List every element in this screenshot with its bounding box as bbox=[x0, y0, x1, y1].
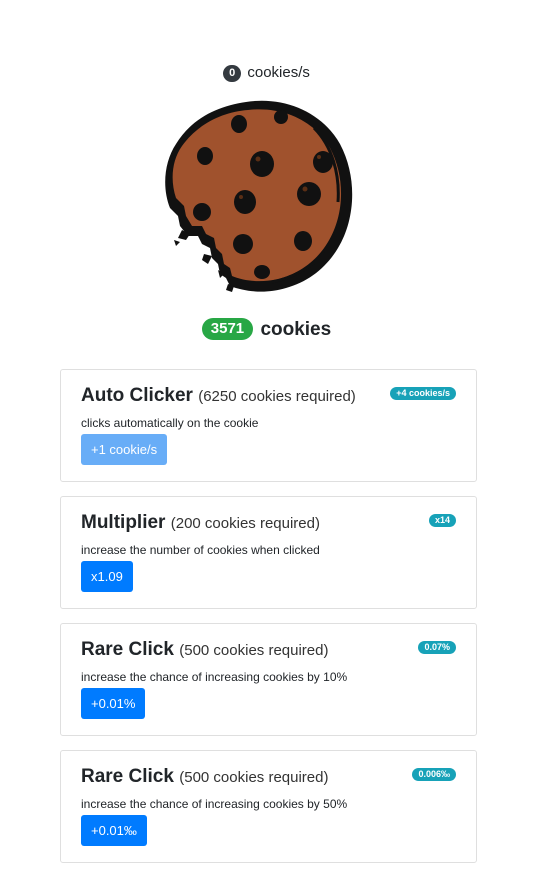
cookie-counter: 3571 cookies bbox=[0, 318, 533, 342]
upgrade-title: Multiplier (200 cookies required) bbox=[81, 511, 320, 536]
buy-auto-clicker-button[interactable]: +1 cookie/s bbox=[81, 434, 168, 465]
upgrade-badge: x14 bbox=[428, 514, 456, 527]
upgrade-name: Auto Clicker bbox=[81, 385, 193, 406]
upgrade-card-multiplier: Multiplier (200 cookies required) x14 in… bbox=[60, 496, 477, 609]
cookie-icon[interactable] bbox=[162, 98, 357, 296]
upgrade-description: clicks automatically on the cookie bbox=[81, 416, 259, 430]
upgrade-card-rare-click-50: Rare Click (500 cookies required) 0.006‰… bbox=[60, 750, 477, 863]
buy-rare-click-50-button[interactable]: +0.01‰ bbox=[81, 815, 147, 846]
upgrade-requirement: (200 cookies required) bbox=[170, 515, 320, 532]
cookies-per-second: 0 cookies/s bbox=[0, 63, 533, 83]
upgrade-title: Rare Click (500 cookies required) bbox=[81, 765, 328, 790]
upgrade-description: increase the chance of increasing cookie… bbox=[81, 797, 348, 811]
upgrade-requirement: (500 cookies required) bbox=[179, 769, 329, 786]
upgrade-name: Rare Click bbox=[81, 766, 174, 787]
upgrade-card-auto-clicker: Auto Clicker (6250 cookies required) +4 … bbox=[60, 369, 477, 482]
upgrade-requirement: (6250 cookies required) bbox=[198, 388, 356, 405]
upgrade-title: Rare Click (500 cookies required) bbox=[81, 638, 328, 663]
upgrade-badge: 0.006‰ bbox=[412, 768, 456, 781]
upgrade-badge: 0.07% bbox=[418, 641, 456, 654]
upgrade-card-rare-click-10: Rare Click (500 cookies required) 0.07% … bbox=[60, 623, 477, 736]
upgrade-description: increase the number of cookies when clic… bbox=[81, 543, 320, 557]
cookie-count-badge: 3571 bbox=[201, 318, 254, 340]
upgrade-name: Rare Click bbox=[81, 639, 174, 660]
upgrade-badge: +4 cookies/s bbox=[390, 387, 456, 400]
rate-label: cookies/s bbox=[247, 64, 310, 81]
upgrade-requirement: (500 cookies required) bbox=[179, 642, 329, 659]
buy-rare-click-10-button[interactable]: +0.01% bbox=[81, 688, 146, 719]
cookie-count-label: cookies bbox=[260, 319, 332, 340]
buy-multiplier-button[interactable]: x1.09 bbox=[81, 561, 133, 592]
upgrade-title: Auto Clicker (6250 cookies required) bbox=[81, 384, 356, 409]
upgrade-description: increase the chance of increasing cookie… bbox=[81, 670, 348, 684]
upgrade-name: Multiplier bbox=[81, 512, 166, 533]
rate-badge: 0 bbox=[223, 65, 242, 82]
